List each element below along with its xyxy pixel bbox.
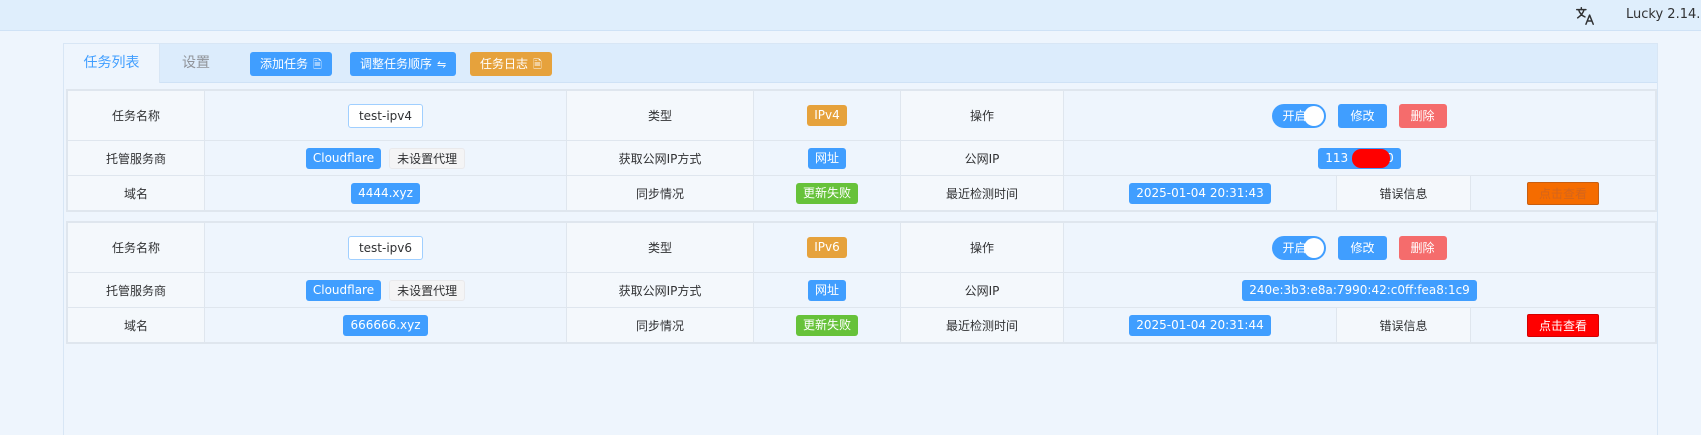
add-task-label: 添加任务 bbox=[260, 57, 309, 71]
delete-button[interactable]: 删除 bbox=[1398, 103, 1447, 128]
public-ip-badge: 240e:3b3:e8a:7990:42:c0ff:fea8:1c9 bbox=[1242, 279, 1477, 301]
add-task-button[interactable]: 添加任务 🗎 bbox=[250, 52, 332, 76]
public-ip-label: 公网IP bbox=[964, 283, 1000, 298]
ip-type-badge: IPv4 bbox=[807, 105, 847, 126]
swap-icon: ⇋ bbox=[437, 58, 447, 71]
ip-method-badge: 网址 bbox=[807, 279, 846, 301]
toggle-label: 开启 bbox=[1282, 108, 1307, 123]
task-name-value: test-ipv6 bbox=[347, 235, 424, 260]
task-row: 域名 666666.xyz 同步情况 更新失败 最近检测时间 2025-01-0… bbox=[68, 308, 1655, 342]
domain-badge: 666666.xyz bbox=[343, 314, 428, 336]
operation-label: 操作 bbox=[969, 241, 994, 255]
ip-method-label: 获取公网IP方式 bbox=[618, 283, 702, 298]
task-card: 任务名称 test-ipv4 类型 IPv4 操作 开启 修改 删除 托管服务商… bbox=[66, 89, 1657, 212]
sync-status-badge: 更新失败 bbox=[795, 314, 858, 336]
provider-badge: Cloudflare bbox=[305, 279, 382, 301]
task-log-label: 任务日志 bbox=[480, 57, 529, 71]
domain-label: 域名 bbox=[123, 186, 148, 201]
public-ip-prefix: 113 bbox=[1325, 150, 1349, 165]
task-card: 任务名称 test-ipv6 类型 IPv6 操作 开启 修改 删除 托管服务商… bbox=[66, 221, 1657, 344]
tab-bar: 任务列表 设置 添加任务 🗎 调整任务顺序 ⇋ 任务日志 🗎 bbox=[64, 44, 1657, 83]
task-row: 托管服务商 Cloudflare 未设置代理 获取公网IP方式 网址 公网IP … bbox=[68, 141, 1655, 176]
top-bar: Lucky 2.14.0 bbox=[0, 0, 1701, 31]
proxy-badge: 未设置代理 bbox=[389, 279, 466, 301]
last-check-badge: 2025-01-04 20:31:44 bbox=[1129, 314, 1271, 336]
error-info-label: 错误信息 bbox=[1379, 318, 1428, 333]
tab-settings[interactable]: 设置 bbox=[160, 44, 232, 83]
view-error-button[interactable]: 点击查看 bbox=[1527, 313, 1599, 337]
reorder-tasks-button[interactable]: 调整任务顺序 ⇋ bbox=[350, 52, 457, 76]
type-label: 类型 bbox=[647, 109, 672, 123]
document-add-icon: 🗎 bbox=[313, 58, 322, 71]
edit-button[interactable]: 修改 bbox=[1338, 103, 1387, 128]
operation-label: 操作 bbox=[969, 109, 994, 123]
last-check-badge: 2025-01-04 20:31:43 bbox=[1129, 182, 1271, 204]
public-ip-badge: 1130 bbox=[1318, 147, 1401, 169]
provider-label: 托管服务商 bbox=[105, 151, 166, 166]
task-row: 任务名称 test-ipv6 类型 IPv6 操作 开启 修改 删除 bbox=[68, 223, 1655, 273]
public-ip-label: 公网IP bbox=[964, 151, 1000, 166]
tab-task-list[interactable]: 任务列表 bbox=[64, 44, 160, 83]
toggle-knob bbox=[1304, 105, 1325, 126]
ip-method-label: 获取公网IP方式 bbox=[618, 151, 702, 166]
task-name-label: 任务名称 bbox=[111, 241, 160, 255]
redaction-mark bbox=[1352, 148, 1391, 168]
proxy-badge: 未设置代理 bbox=[389, 147, 466, 169]
toggle-label: 开启 bbox=[1282, 240, 1307, 255]
task-name-value: test-ipv4 bbox=[347, 103, 424, 128]
domain-label: 域名 bbox=[123, 318, 148, 333]
enable-toggle[interactable]: 开启 bbox=[1272, 235, 1327, 260]
reorder-tasks-label: 调整任务顺序 bbox=[360, 57, 433, 71]
sync-status-badge: 更新失败 bbox=[795, 182, 858, 204]
translate-icon[interactable] bbox=[1574, 5, 1596, 27]
task-row: 域名 4444.xyz 同步情况 更新失败 最近检测时间 2025-01-04 … bbox=[68, 176, 1655, 210]
task-panel: 任务列表 设置 添加任务 🗎 调整任务顺序 ⇋ 任务日志 🗎 任务名称 test-ip… bbox=[63, 43, 1658, 435]
provider-label: 托管服务商 bbox=[105, 283, 166, 298]
provider-badge: Cloudflare bbox=[305, 147, 382, 169]
sync-status-label: 同步情况 bbox=[635, 186, 684, 201]
last-check-label: 最近检测时间 bbox=[945, 186, 1018, 201]
sync-status-label: 同步情况 bbox=[635, 318, 684, 333]
edit-button[interactable]: 修改 bbox=[1338, 235, 1387, 260]
document-icon: 🗎 bbox=[533, 58, 542, 71]
task-name-label: 任务名称 bbox=[111, 109, 160, 123]
last-check-label: 最近检测时间 bbox=[945, 318, 1018, 333]
toggle-knob bbox=[1304, 237, 1325, 258]
app-version: Lucky 2.14.0 bbox=[1626, 7, 1701, 22]
domain-badge: 4444.xyz bbox=[351, 182, 420, 204]
task-log-button[interactable]: 任务日志 🗎 bbox=[470, 52, 552, 76]
type-label: 类型 bbox=[647, 241, 672, 255]
error-info-label: 错误信息 bbox=[1379, 186, 1428, 201]
task-row: 托管服务商 Cloudflare 未设置代理 获取公网IP方式 网址 公网IP … bbox=[68, 273, 1655, 308]
enable-toggle[interactable]: 开启 bbox=[1272, 103, 1327, 128]
delete-button[interactable]: 删除 bbox=[1398, 235, 1447, 260]
ip-method-badge: 网址 bbox=[807, 147, 846, 169]
ip-type-badge: IPv6 bbox=[807, 237, 847, 258]
task-row: 任务名称 test-ipv4 类型 IPv4 操作 开启 修改 删除 bbox=[68, 91, 1655, 141]
view-error-button[interactable]: 点击查看 bbox=[1527, 181, 1599, 205]
